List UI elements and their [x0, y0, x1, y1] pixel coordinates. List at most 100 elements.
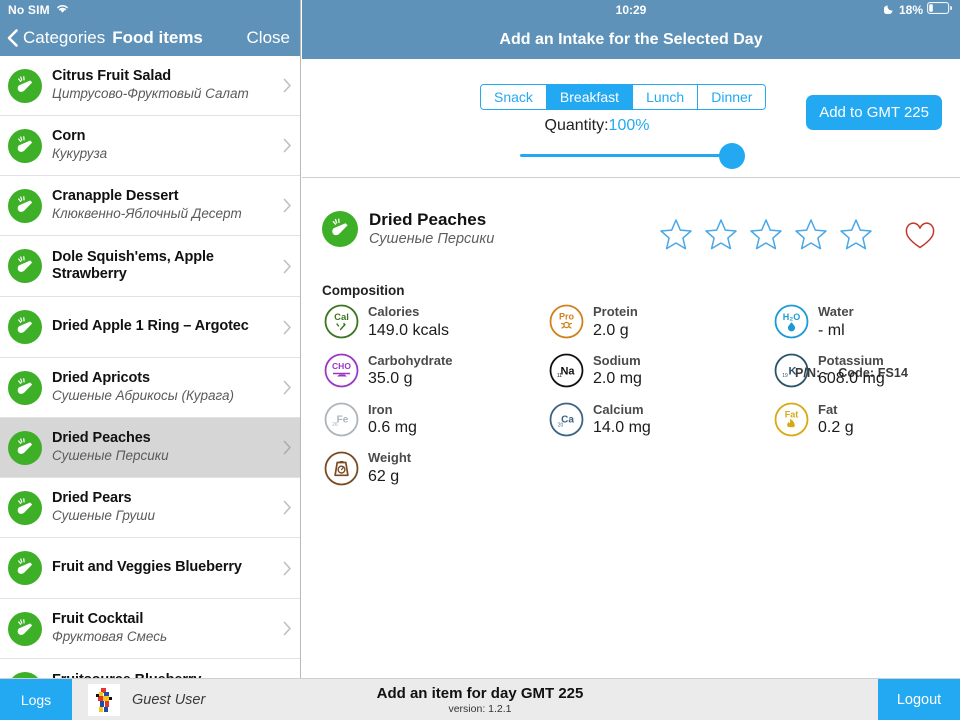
nutrient-label: Sodium [593, 352, 641, 368]
meal-tab-lunch[interactable]: Lunch [633, 85, 699, 109]
nutrient-sodium: Na 11 Sodium 2.0 mg [549, 353, 774, 389]
list-item-name: Citrus Fruit Salad [52, 68, 172, 85]
svg-text:K: K [789, 366, 797, 378]
list-item[interactable]: Fruit and Veggies Blueberry [0, 538, 300, 599]
food-items-panel: No SIM Categories Food items Close Citru… [0, 0, 301, 678]
user-chip[interactable]: Guest User [88, 683, 205, 716]
star-icon-2[interactable] [703, 216, 739, 252]
list-item-subname: Фруктовая Смесь [52, 629, 168, 645]
nutrient-value: 0.2 g [818, 419, 854, 437]
nutrient-text: Weight 62 g [368, 450, 411, 486]
chevron-right-icon [283, 138, 292, 153]
intake-title: Add an Intake for the Selected Day [499, 30, 763, 48]
svg-text:26: 26 [332, 422, 338, 428]
chevron-left-icon [6, 28, 19, 48]
nutrient-value: 0.6 mg [368, 419, 417, 437]
battery-icon [927, 1, 953, 19]
list-item[interactable]: Dole Squish'ems, Apple Strawberry [0, 236, 300, 297]
vegetable-icon [8, 370, 42, 405]
svg-text:Fe: Fe [337, 414, 349, 425]
nutrient-value: 62 g [368, 467, 400, 485]
nutrient-iron: Fe 26 Iron 0.6 mg [324, 402, 549, 438]
meal-tab-breakfast[interactable]: Breakfast [546, 85, 634, 109]
back-label: Categories [23, 28, 106, 47]
quantity-label: Quantity: [544, 117, 609, 134]
carbohydrate-icon: CHO [324, 353, 359, 388]
add-to-day-button[interactable]: Add to GMT 225 [806, 95, 942, 130]
chevron-right-icon [283, 320, 292, 335]
vegetable-icon [322, 211, 358, 248]
calories-icon: Cal [324, 304, 359, 339]
clock-label: 10:29 [615, 3, 647, 17]
composition-heading: Composition [322, 283, 405, 298]
status-bar-right-cluster: 18% [883, 0, 953, 20]
list-item[interactable]: Dried Apricots Сушеные Абрикосы (Курага) [0, 358, 300, 418]
app-root: No SIM Categories Food items Close Citru… [0, 0, 960, 720]
nutrient-value: 2.0 mg [593, 370, 642, 388]
list-item[interactable]: Fruit Cocktail Фруктовая Смесь [0, 599, 300, 659]
food-detail-header: Dried Peaches Сушеные Персики [322, 210, 494, 249]
list-item-name: Dole Squish'ems, Apple Strawberry [52, 248, 214, 282]
quantity-slider[interactable] [520, 143, 755, 169]
vegetable-icon [8, 611, 42, 646]
nutrient-value: 2.0 g [593, 321, 629, 339]
nutrient-label: Water [818, 304, 854, 319]
list-item[interactable]: Corn Кукуруза [0, 116, 300, 176]
vegetable-icon [8, 249, 42, 283]
nutrient-label: Calories [368, 304, 420, 319]
logs-button[interactable]: Logs [0, 678, 72, 720]
list-item-texts: Dried Pears Сушеные Груши [52, 490, 283, 524]
weight-icon [324, 451, 359, 486]
list-item-name: Fruit and Veggies Blueberry [52, 559, 242, 576]
list-item[interactable]: Dried Peaches Сушеные Персики [0, 418, 300, 478]
intake-title-bar: Add an Intake for the Selected Day [302, 20, 960, 59]
nutrient-potassium: K 19 Potassium 608.0 mg [774, 353, 950, 389]
list-item[interactable]: Fruitsource Blueberry Pomegranate [0, 659, 300, 678]
svg-text:Na: Na [560, 366, 575, 378]
battery-percent-label: 18% [898, 3, 923, 17]
vegetable-icon [8, 551, 42, 585]
list-item-name: Dried Peaches [52, 430, 151, 447]
food-items-list[interactable]: Citrus Fruit Salad Цитрусово-Фруктовый Са… [0, 56, 300, 678]
status-bar-right: 10:29 18% [302, 0, 960, 20]
chevron-right-icon [283, 380, 292, 395]
list-item[interactable]: Citrus Fruit Salad Цитрусово-Фруктовый Са… [0, 56, 300, 116]
protein-icon: Pro [549, 304, 584, 339]
food-detail-names: Dried Peaches Сушеные Персики [369, 210, 494, 249]
star-icon-3[interactable] [748, 216, 784, 252]
heart-outline-icon[interactable] [902, 216, 938, 252]
nutrient-value: 149.0 kcals [368, 321, 449, 339]
nutrient-fat: Fat Fat 0.2 g [774, 402, 950, 438]
logout-button[interactable]: Logout [878, 678, 960, 720]
page-title: Food items [112, 28, 203, 47]
fat-icon: Fat [774, 402, 809, 437]
back-to-categories-button[interactable]: Categories [6, 28, 105, 48]
list-item-texts: Fruit and Veggies Blueberry [52, 559, 283, 576]
chevron-right-icon [283, 621, 292, 636]
list-item[interactable]: Cranapple Dessert Клюквенно-Яблочный Десе… [0, 176, 300, 236]
star-icon-1[interactable] [658, 216, 694, 252]
slider-track [520, 154, 733, 157]
list-item[interactable]: Dried Pears Сушеные Груши [0, 478, 300, 538]
carrier-label: No SIM [8, 3, 50, 17]
iron-icon: Fe 26 [324, 402, 359, 437]
close-button[interactable]: Close [247, 28, 290, 48]
svg-text:CHO: CHO [332, 361, 351, 371]
rating-control[interactable] [658, 216, 938, 252]
meal-tab-snack[interactable]: Snack [481, 85, 547, 109]
list-item-subname: Цитрусово-Фруктовый Салат [52, 86, 249, 102]
nutrient-value: 14.0 mg [593, 419, 651, 437]
potassium-icon: K 19 [774, 353, 809, 388]
user-avatar [88, 683, 120, 716]
list-item[interactable]: Dried Apple 1 Ring – Argotec [0, 297, 300, 358]
nutrient-label: Fat [818, 401, 838, 417]
star-icon-4[interactable] [793, 216, 829, 252]
meal-type-segmented-control[interactable]: Snack Breakfast Lunch Dinner [480, 84, 767, 110]
list-item-subname: Сушеные Персики [52, 448, 169, 464]
slider-thumb[interactable] [719, 143, 745, 169]
svg-text:Fat: Fat [785, 409, 799, 419]
meal-tab-dinner[interactable]: Dinner [698, 85, 766, 109]
star-icon-5[interactable] [838, 216, 874, 252]
water-icon: H₂O [774, 304, 809, 339]
quantity-value: 100% [608, 117, 650, 134]
